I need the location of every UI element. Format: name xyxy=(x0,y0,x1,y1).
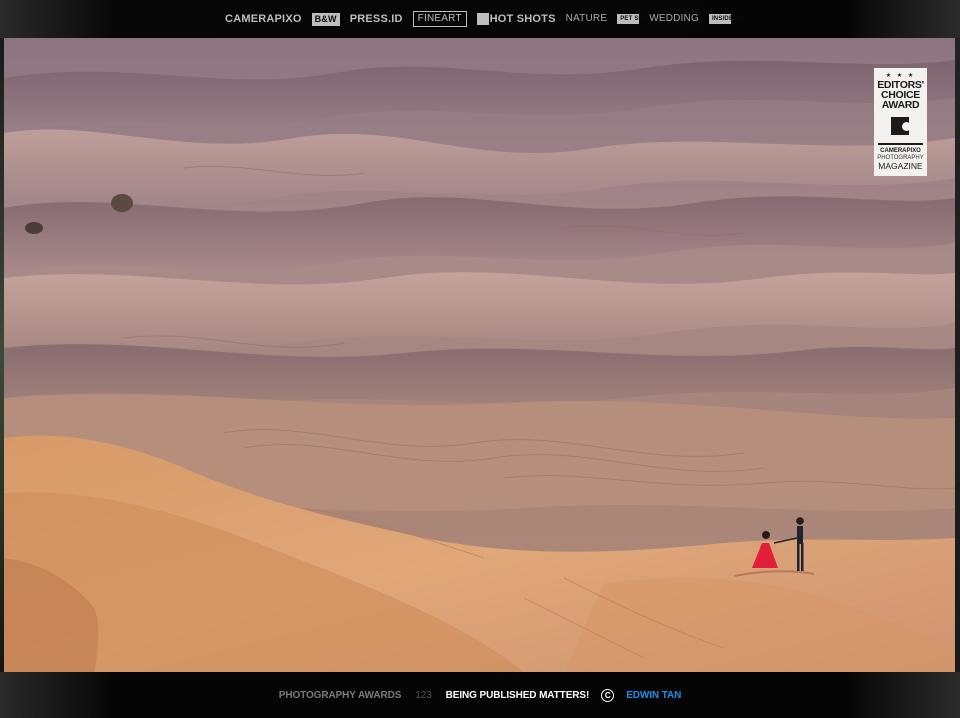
fineart-logo[interactable]: FINEART xyxy=(412,11,467,27)
author-name-link[interactable]: EDWIN TAN xyxy=(626,690,681,701)
bw-logo[interactable]: B&W xyxy=(311,12,340,26)
wedding-logo[interactable]: WEDDING xyxy=(649,14,699,24)
award-divider xyxy=(878,143,923,145)
hot-shots-label: HOT SHOTS xyxy=(489,12,556,25)
inside-out-logo[interactable]: INSIDE OUT xyxy=(708,14,748,24)
camerapixo-logo[interactable]: CAMERAPIXO xyxy=(225,13,302,25)
hot-shots-mark-icon xyxy=(476,13,489,25)
award-number: 123 xyxy=(415,689,432,701)
award-brand: CAMERAPIXO xyxy=(880,148,921,154)
hot-shots-logo[interactable]: HOT SHOTS xyxy=(476,12,556,25)
pet-logo[interactable]: PET SHOTS xyxy=(617,14,656,24)
shrub-center xyxy=(111,194,133,212)
camerapixo-mark-icon xyxy=(889,115,913,139)
right-edge xyxy=(955,38,960,672)
being-published-tagline: BEING PUBLISHED MATTERS! xyxy=(445,689,590,701)
magazine-logos: CAMERAPIXO B&W PRESS.ID FINEART HOT SHOT… xyxy=(225,11,748,27)
award-line-award: AWARD xyxy=(881,99,920,111)
desert-dunes-image xyxy=(4,38,955,672)
desert-photo xyxy=(4,38,955,672)
photography-awards-label: PHOTOGRAPHY AWARDS xyxy=(278,689,402,701)
press-id-logo[interactable]: PRESS.ID xyxy=(350,13,403,25)
nature-logo[interactable]: NATURE xyxy=(566,14,608,24)
top-logo-bar: CAMERAPIXO B&W PRESS.ID FINEART HOT SHOT… xyxy=(0,0,960,38)
award-magazine: MAGAZINE xyxy=(878,161,923,171)
shrub-left xyxy=(25,222,43,234)
copyright-icon: C xyxy=(601,688,615,702)
footer-bar: PHOTOGRAPHY AWARDS 123 BEING PUBLISHED M… xyxy=(0,672,960,718)
editors-choice-award-badge: ★ ★ ★ EDITORS' CHOICE AWARD CAMERAPIXO P… xyxy=(874,68,927,176)
